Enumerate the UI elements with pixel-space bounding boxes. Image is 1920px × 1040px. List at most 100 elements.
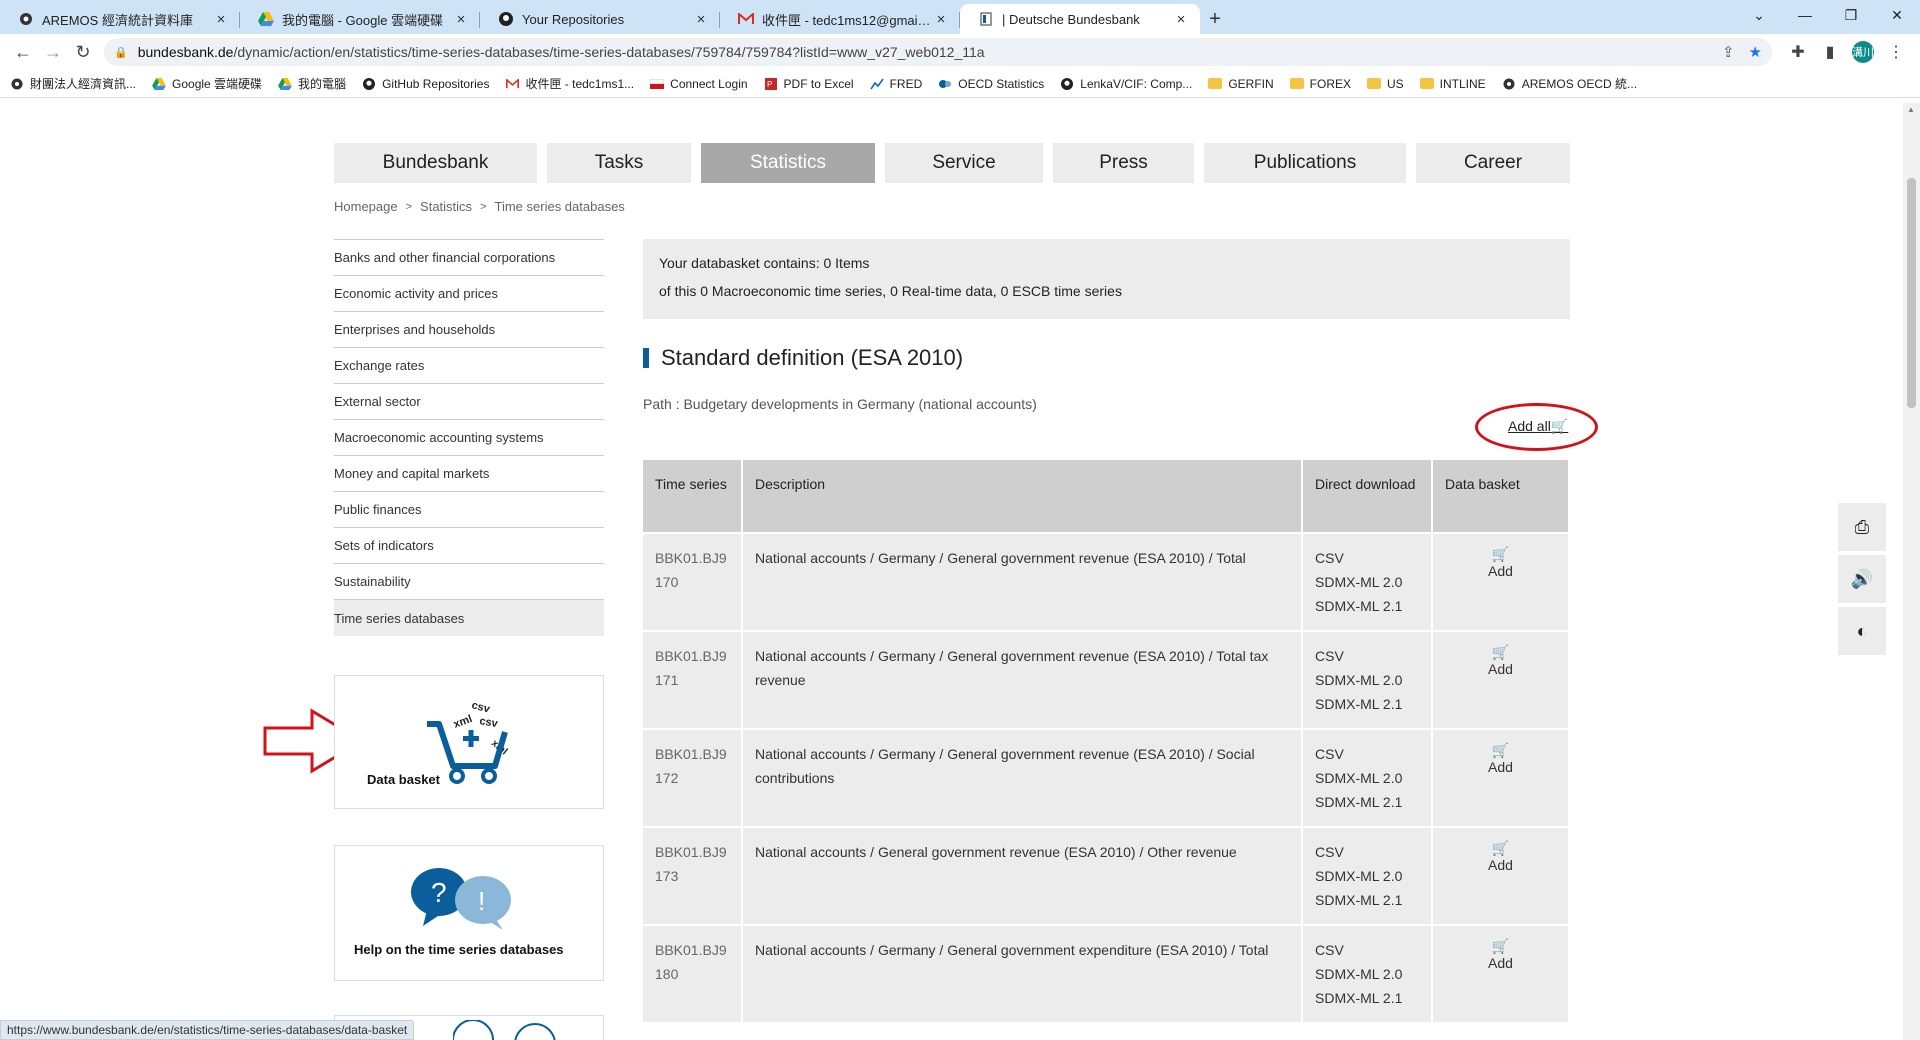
bookmark-item[interactable]: US [1367,77,1404,91]
download-link[interactable]: CSV [1315,938,1419,962]
download-link[interactable]: CSV [1315,840,1419,864]
bookmark-item[interactable]: FRED [869,77,922,91]
download-link[interactable]: SDMX-ML 2.1 [1315,790,1419,814]
bookmark-item[interactable]: OECD Statistics [938,77,1044,91]
download-link[interactable]: CSV [1315,742,1419,766]
bookmark-item[interactable]: 收件匣 - tedc1ms1... [505,75,634,92]
sidebar-item-public-finances[interactable]: Public finances [334,492,604,528]
sidebar-item-exchange-rates[interactable]: Exchange rates [334,348,604,384]
nav-press[interactable]: Press [1053,143,1194,183]
bookmark-item[interactable]: AREMOS OECD 統... [1502,75,1637,92]
sidebar-item-time-series[interactable]: Time series databases [334,600,604,636]
download-link[interactable]: SDMX-ML 2.1 [1315,692,1419,716]
add-to-basket-button[interactable]: 🛒 Add [1433,826,1570,924]
download-link[interactable]: SDMX-ML 2.0 [1315,570,1419,594]
sidebar-item-economic-activity[interactable]: Economic activity and prices [334,276,604,312]
close-icon[interactable]: × [932,11,950,28]
close-icon[interactable]: × [692,11,710,28]
profile-avatar[interactable]: 溝川 [1852,41,1874,63]
window-controls: ⌄ — ❐ ✕ [1736,0,1920,30]
help-promo[interactable]: ? ! Help on the time series databases [334,845,604,981]
download-link[interactable]: SDMX-ML 2.0 [1315,766,1419,790]
close-icon[interactable]: × [1172,11,1190,28]
sidebar-item-enterprises[interactable]: Enterprises and households [334,312,604,348]
download-link[interactable]: SDMX-ML 2.0 [1315,668,1419,692]
printer-icon[interactable]: ⎙ [1838,503,1886,551]
time-series-code[interactable]: BBK01.BJ9 171 [643,630,743,728]
breadcrumb: Homepage > Statistics > Time series data… [334,199,625,214]
tab-google-drive[interactable]: 我的電腦 - Google 雲端硬碟 × [240,4,480,34]
bookmark-item[interactable]: GitHub Repositories [362,77,489,91]
bookmark-label: FOREX [1309,76,1351,91]
tab-gmail[interactable]: 收件匣 - tedc1ms12@gmail.com × [720,4,960,34]
add-to-basket-button[interactable]: 🛒 Add [1433,532,1570,630]
nav-service[interactable]: Service [885,143,1043,183]
bookmark-item[interactable]: 財團法人經濟資訊... [10,75,136,92]
forward-icon[interactable]: → [38,37,68,67]
nav-tasks[interactable]: Tasks [547,143,691,183]
back-icon[interactable]: ← [8,37,38,67]
download-link[interactable]: SDMX-ML 2.1 [1315,888,1419,912]
close-window-icon[interactable]: ✕ [1874,0,1920,30]
close-icon[interactable]: × [212,11,230,28]
bookmark-star-icon[interactable]: ★ [1749,43,1762,61]
download-link[interactable]: SDMX-ML 2.1 [1315,986,1419,1010]
sidebar-item-macroeconomic[interactable]: Macroeconomic accounting systems [334,420,604,456]
tab-github[interactable]: Your Repositories × [480,4,720,34]
scroll-up-icon[interactable]: ▲ [1907,105,1915,114]
url-text[interactable]: bundesbank.de/dynamic/action/en/statisti… [138,44,1708,60]
tab-bundesbank[interactable]: | Deutsche Bundesbank × [960,4,1200,34]
sidebar-item-sustainability[interactable]: Sustainability [334,564,604,600]
time-series-code[interactable]: BBK01.BJ9 172 [643,728,743,826]
new-tab-button[interactable]: + [1200,4,1230,34]
side-panel-icon[interactable]: ▮ [1814,42,1846,62]
bookmark-item[interactable]: INTLINE [1419,77,1486,91]
tab-aremos[interactable]: AREMOS 經濟統計資料庫 × [0,4,240,34]
nav-career[interactable]: Career [1416,143,1570,183]
download-link[interactable]: CSV [1315,546,1419,570]
speaker-icon[interactable]: 🔊 [1838,555,1886,603]
bookmark-item[interactable]: Connect Login [650,77,748,91]
close-icon[interactable]: × [452,11,470,28]
time-series-code[interactable]: BBK01.BJ9 173 [643,826,743,924]
restore-icon[interactable]: ❐ [1828,0,1874,30]
bookmark-item[interactable]: LenkaV/CIF: Comp... [1060,77,1192,91]
sidebar-item-banks[interactable]: Banks and other financial corporations [334,240,604,276]
lock-icon[interactable]: 🔒 [114,46,128,59]
breadcrumb-time-series[interactable]: Time series databases [495,199,625,214]
contrast-icon[interactable]: ◐ [1838,607,1886,655]
breadcrumb-statistics[interactable]: Statistics [420,199,472,214]
reload-icon[interactable]: ↻ [68,37,98,67]
extensions-icon[interactable]: ✚ [1782,42,1814,62]
bookmark-item[interactable]: Google 雲端硬碟 [152,75,262,92]
download-link[interactable]: CSV [1315,644,1419,668]
kebab-menu-icon[interactable]: ⋮ [1880,42,1912,62]
sidebar-item-money-capital[interactable]: Money and capital markets [334,456,604,492]
time-series-code[interactable]: BBK01.BJ9 180 [643,924,743,1022]
address-bar[interactable]: 🔒 bundesbank.de/dynamic/action/en/statis… [104,38,1772,66]
nav-bundesbank[interactable]: Bundesbank [334,143,537,183]
page-scrollbar[interactable]: ▲ [1903,103,1920,1040]
sidebar-item-indicators[interactable]: Sets of indicators [334,528,604,564]
nav-publications[interactable]: Publications [1204,143,1406,183]
download-link[interactable]: SDMX-ML 2.0 [1315,962,1419,986]
sidebar-item-external-sector[interactable]: External sector [334,384,604,420]
download-link[interactable]: SDMX-ML 2.0 [1315,864,1419,888]
bookmark-item[interactable]: FOREX [1289,76,1351,91]
download-link[interactable]: SDMX-ML 2.1 [1315,594,1419,618]
chevron-down-icon[interactable]: ⌄ [1736,0,1782,30]
bookmark-item[interactable]: GERFIN [1208,77,1274,91]
scrollbar-thumb[interactable] [1907,178,1916,408]
add-to-basket-button[interactable]: 🛒 Add [1433,924,1570,1022]
time-series-code[interactable]: BBK01.BJ9 170 [643,532,743,630]
data-basket-promo[interactable]: Data basket csv xml csv xml [334,675,604,809]
minimize-icon[interactable]: — [1782,0,1828,30]
breadcrumb-homepage[interactable]: Homepage [334,199,398,214]
bookmark-item[interactable]: P PDF to Excel [764,77,854,91]
help-bubbles-icon: ? ! [411,868,511,930]
add-to-basket-button[interactable]: 🛒 Add [1433,728,1570,826]
bookmark-item[interactable]: 我的電腦 [278,75,346,92]
add-to-basket-button[interactable]: 🛒 Add [1433,630,1570,728]
share-icon[interactable]: ⇪ [1722,43,1735,61]
nav-statistics[interactable]: Statistics [701,143,875,183]
